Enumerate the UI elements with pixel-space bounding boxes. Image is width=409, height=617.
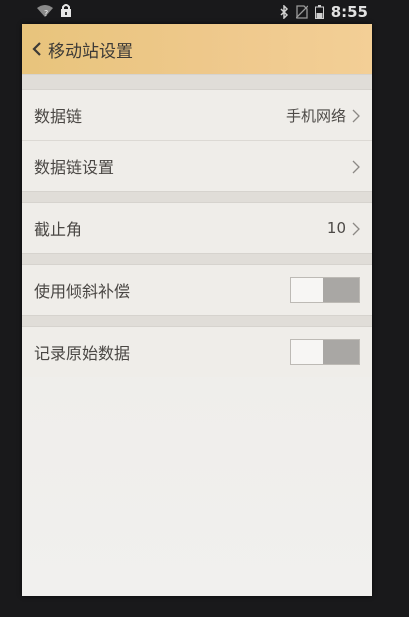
battery-icon [314,5,324,19]
tilt-compensation-toggle[interactable] [290,277,360,303]
page-title: 移动站设置 [48,41,133,62]
wifi-badge: ? [44,9,48,18]
tilt-compensation-label: 使用倾斜补偿 [34,282,131,301]
raw-data-group: 记录原始数据 [22,327,372,377]
section-divider [22,74,372,90]
tilt-compensation-row: 使用倾斜补偿 [22,265,372,315]
chevron-right-icon [352,221,360,236]
toggle-knob [323,278,359,302]
record-raw-data-row: 记录原始数据 [22,327,372,377]
datalink-value: 手机网络 [285,106,346,125]
status-right: 8:55 [279,3,368,21]
record-raw-data-label: 记录原始数据 [34,344,131,363]
cutoff-angle-value: 10 [326,219,346,237]
datalink-row[interactable]: 数据链 手机网络 [22,90,372,140]
app-screen: 移动站设置 数据链 手机网络 数据链设置 截止角 10 使用倾斜补偿 记录原始数… [22,24,372,596]
datalink-settings-label: 数据链设置 [34,158,115,177]
wifi-icon: ? [36,4,53,18]
record-raw-data-toggle[interactable] [290,339,360,365]
toggle-knob [323,340,359,364]
section-divider [22,253,372,265]
app-bar: 移动站设置 [22,24,372,74]
datalink-settings-row[interactable]: 数据链设置 [22,140,372,191]
cutoff-angle-row[interactable]: 截止角 10 [22,203,372,253]
chevron-left-icon[interactable] [30,40,44,58]
chevron-right-icon [352,159,360,174]
status-time: 8:55 [330,3,368,21]
status-left: ? [36,3,72,18]
cutoff-angle-label: 截止角 [34,220,83,239]
bluetooth-icon [279,5,289,19]
device-frame: ? 8:55 移动站设置 数据链 手机网络 数据链设置 截止角 10 使用倾斜补… [0,0,409,617]
tilt-group: 使用倾斜补偿 [22,265,372,315]
no-sim-icon [295,5,308,19]
section-divider [22,191,372,203]
chevron-right-icon [352,108,360,123]
datalink-group: 数据链 手机网络 数据链设置 [22,90,372,191]
lock-icon [60,3,72,18]
section-divider [22,315,372,327]
empty-area [22,377,372,597]
cutoff-group: 截止角 10 [22,203,372,253]
datalink-label: 数据链 [34,107,83,126]
status-bar: ? 8:55 [22,0,388,26]
